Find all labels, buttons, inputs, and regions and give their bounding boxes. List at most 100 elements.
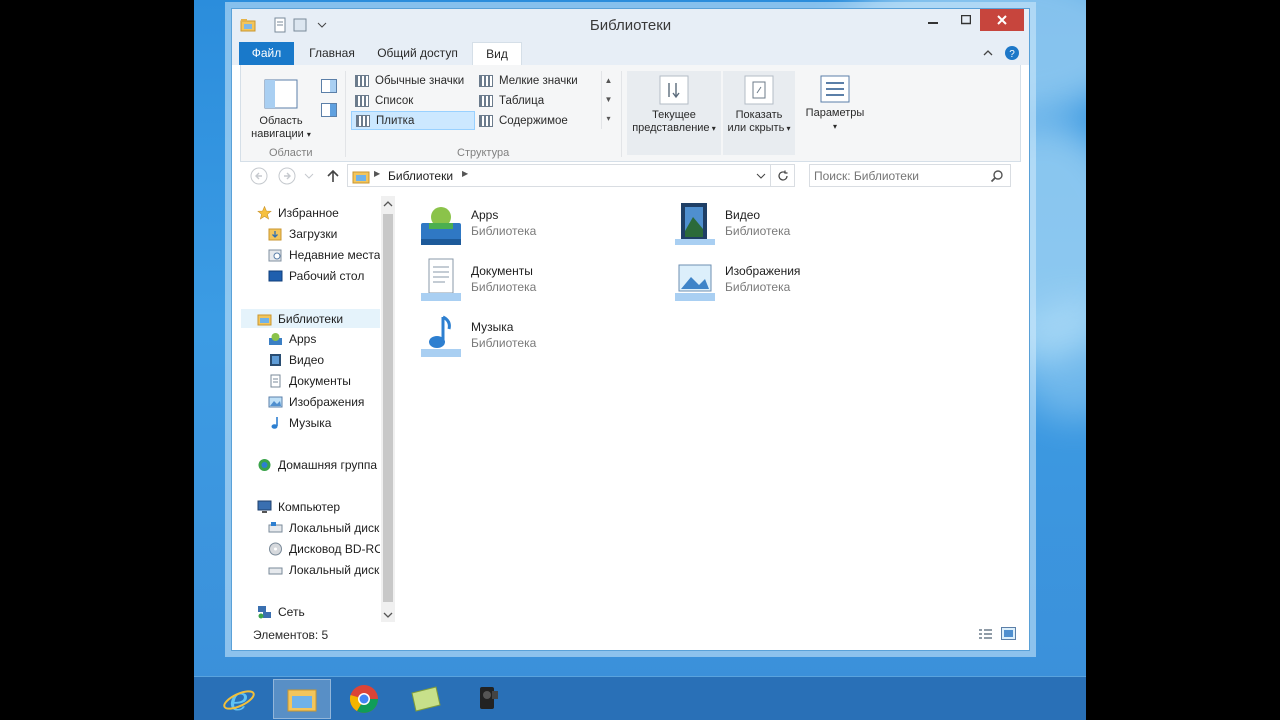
tile-name: Документы [471,264,533,278]
layout-large-icons[interactable]: Обычные значки [351,71,475,90]
search-box[interactable] [809,164,1011,187]
tile-apps[interactable]: Apps Библиотека [417,201,657,249]
nav-pictures[interactable]: Изображения [268,393,380,411]
nav-label: Дисковод BD-ROM [289,542,380,556]
details-view-icon[interactable] [978,628,993,640]
tile-pictures[interactable]: Изображения Библиотека [671,257,911,305]
nav-label: Сеть [278,605,305,619]
current-view-button[interactable]: Текущее представление ▾ [627,71,721,155]
nav-label: Избранное [278,206,339,220]
tile-video[interactable]: Видео Библиотека [671,201,911,249]
taskbar-file-explorer[interactable] [273,679,331,719]
breadcrumb-arrow-icon[interactable]: ▶ [462,169,468,178]
current-view-label-1: Текущее [652,109,696,121]
details-pane-icon[interactable] [321,103,337,117]
nav-downloads[interactable]: Загрузки [268,225,380,243]
taskbar-notes-app[interactable] [397,679,455,719]
nav-pane-label-1: Область [259,115,303,127]
notes-app-icon [411,686,441,712]
nav-libraries[interactable]: Библиотеки [241,309,380,328]
nav-favorites[interactable]: Избранное [257,204,380,222]
tab-home[interactable]: Главная [299,42,365,65]
scroll-up-icon[interactable] [383,199,393,209]
layout-list[interactable]: Список [351,91,475,110]
nav-scrollbar-thumb[interactable] [383,214,393,602]
tile-music[interactable]: Музыка Библиотека [417,313,657,361]
title-bar[interactable]: Библиотеки [232,9,1029,41]
optical-drive-icon [269,542,282,556]
nav-recent-places[interactable]: Недавние места [268,246,380,264]
video-library-icon [675,203,715,245]
group-label-panes: Области [269,147,313,159]
status-item-count: Элементов: 5 [253,628,329,642]
local-disk-icon [268,522,283,533]
libraries-icon [257,314,272,325]
nav-local-disk-1[interactable]: Локальный диск [268,519,380,537]
breadcrumb[interactable]: Библиотеки [388,169,453,183]
preview-pane-icon[interactable] [321,79,337,93]
nav-homegroup[interactable]: Домашняя группа [257,456,380,474]
current-view-label-2: представление [632,122,710,134]
tile-type: Библиотека [471,336,537,350]
back-icon[interactable] [249,166,269,186]
sort-icon [659,75,689,105]
nav-local-disk-2[interactable]: Локальный диск [268,561,380,579]
nav-label: Apps [289,332,317,346]
tab-file[interactable]: Файл [239,42,294,65]
divider [621,71,622,157]
layout-small-icons[interactable]: Мелкие значки [475,71,599,90]
options-button[interactable]: Параметры ▾ [801,75,869,133]
nav-apps[interactable]: Apps [268,330,380,348]
nav-bd-rom[interactable]: Дисковод BD-ROM [268,540,380,558]
layout-details[interactable]: Таблица [475,91,599,110]
taskbar-chrome[interactable] [335,679,393,719]
maximize-icon [961,15,971,25]
tab-share[interactable]: Общий доступ [370,42,465,65]
tab-view[interactable]: Вид [472,42,522,65]
address-bar[interactable]: ▶ Библиотеки ▶ [347,164,771,187]
scroll-down-icon[interactable] [383,610,393,620]
svg-text:?: ? [1009,49,1015,60]
dropdown-arrow-icon: ▾ [832,122,837,131]
nav-label: Изображения [289,395,365,409]
details-icon [479,94,493,107]
show-hide-button[interactable]: Показать или скрыть ▾ [723,71,795,155]
nav-network[interactable]: Сеть [257,603,380,621]
refresh-button[interactable] [771,164,795,187]
apps-library-icon [269,333,282,345]
layout-label: Таблица [499,94,545,107]
chevron-down-icon[interactable] [756,172,766,180]
divider [345,71,346,157]
nav-label: Локальный диск [289,563,380,577]
recent-locations-icon[interactable] [304,171,314,181]
up-arrow-icon[interactable] [326,168,340,184]
chevron-up-icon[interactable] [982,47,994,59]
layout-content[interactable]: Содержимое [475,111,599,130]
tile-name: Apps [471,208,499,222]
nav-music[interactable]: Музыка [268,414,380,432]
list-icon [355,94,369,107]
nav-desktop[interactable]: Рабочий стол [268,267,380,285]
tile-name: Музыка [471,320,514,334]
nav-documents[interactable]: Документы [268,372,380,390]
close-button[interactable] [980,9,1024,31]
layout-tiles[interactable]: Плитка [351,111,475,130]
nav-pane-label-2: навигации [251,128,304,140]
maximize-button[interactable] [953,9,979,31]
layout-label: Мелкие значки [499,74,578,87]
nav-video[interactable]: Видео [268,351,380,369]
navigation-pane-button[interactable]: Область навигации ▾ [245,79,317,141]
minimize-button[interactable] [920,9,946,31]
tile-type: Библиотека [471,224,537,238]
layout-label: Обычные значки [375,74,465,87]
layout-scroller[interactable]: ▲ ▼ ▾ [601,71,615,129]
tile-documents[interactable]: Документы Библиотека [417,257,657,305]
forward-icon[interactable] [277,166,297,186]
taskbar-internet-explorer[interactable]: e [210,679,268,719]
documents-library-icon [270,374,281,388]
taskbar-camcorder-app[interactable] [459,679,517,719]
help-icon[interactable]: ? [1004,45,1020,61]
large-icons-view-icon[interactable] [1001,627,1016,640]
nav-computer[interactable]: Компьютер [257,498,380,516]
search-input[interactable] [814,167,984,184]
